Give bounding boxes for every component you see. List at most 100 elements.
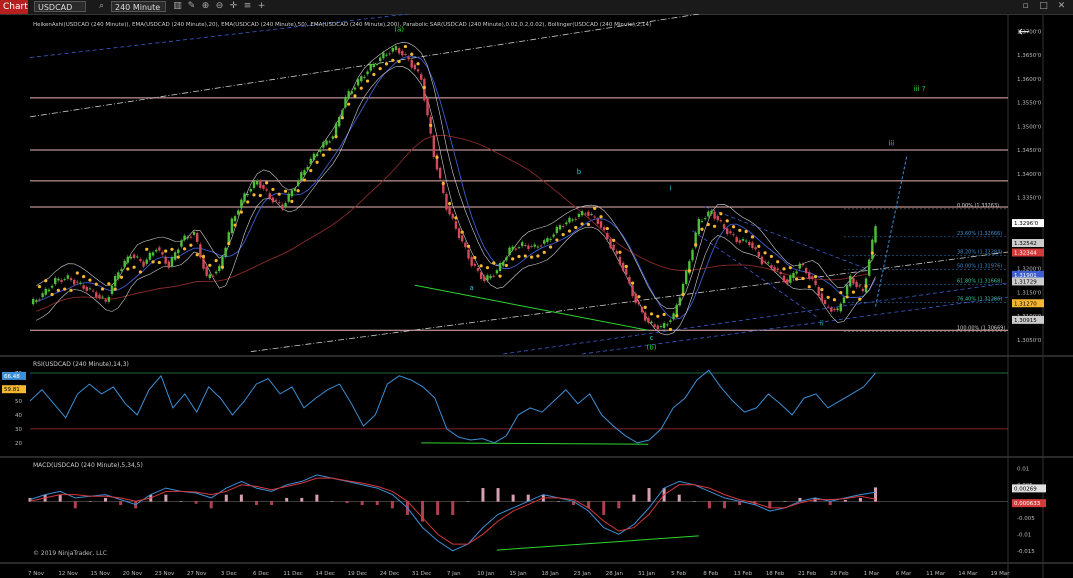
sar-dot — [182, 247, 187, 251]
macd-histogram-bar — [828, 501, 832, 506]
candle-body — [110, 285, 114, 295]
candle-body — [363, 76, 366, 78]
chart-canvas[interactable]: 0.00% (1.33263) 23.60% (1.32666) 38.20% (1… — [0, 14, 1073, 578]
sar-dot — [473, 256, 477, 260]
sar-dot — [750, 235, 755, 239]
sar-dot — [738, 228, 742, 232]
candle-body — [54, 278, 57, 285]
price-tick-label: 1.3400'0 — [1017, 172, 1042, 178]
sar-dot — [283, 189, 288, 193]
sar-dot — [460, 230, 464, 234]
macd-histogram-bar — [239, 494, 243, 502]
sar-dot — [511, 257, 515, 261]
search-icon[interactable]: ⌕ — [96, 1, 107, 12]
x-tick-label: 14 Dec — [316, 571, 335, 577]
sar-dot — [397, 59, 401, 64]
sar-dot — [113, 287, 117, 291]
chart-toolbar: Chart USDCAD ⌕ 240 Minute ▥ ✎ ⊕ ⊖ ✛ ≡ + … — [0, 0, 1073, 15]
candle-body — [401, 51, 404, 56]
candle-body — [375, 63, 379, 65]
macd-panel-title: MACD(USDCAD (240 Minute),5,34,5) — [33, 462, 143, 469]
sar-dot — [725, 219, 729, 223]
sar-dot — [574, 225, 578, 230]
add-icon[interactable]: + — [256, 1, 267, 12]
crosshair-icon[interactable]: ✛ — [228, 1, 239, 12]
sar-dot — [643, 305, 647, 310]
candle-body — [855, 281, 858, 288]
pencil-icon[interactable]: ✎ — [186, 1, 197, 12]
chart-tab[interactable]: Chart — [0, 0, 28, 14]
candle-body — [404, 54, 407, 56]
sar-dot — [378, 66, 382, 71]
sar-dot — [170, 247, 174, 251]
candle-body — [618, 256, 622, 265]
candle-body — [852, 278, 855, 284]
candle-body — [366, 71, 369, 75]
macd-histogram-bar — [451, 501, 455, 515]
sar-dot — [384, 62, 389, 66]
candle-body — [164, 256, 167, 264]
candle-body — [334, 123, 338, 136]
zoom-out-icon[interactable]: ⊖ — [214, 1, 225, 12]
sar-dot — [492, 261, 496, 265]
x-tick-label: 7 Nov — [28, 571, 45, 577]
minimize-icon[interactable]: ▫ — [1020, 1, 1031, 12]
candle-body — [634, 293, 637, 303]
price-tick-label: 1.3150'0 — [1017, 290, 1042, 296]
sar-dot — [44, 279, 48, 283]
sar-dot — [441, 181, 445, 186]
maximize-icon[interactable]: □ — [1038, 1, 1049, 12]
candle-body — [874, 226, 877, 243]
candle-body — [407, 56, 410, 60]
symbol-selector[interactable]: USDCAD — [34, 1, 86, 12]
back-arrow-icon[interactable]: ← — [1018, 24, 1030, 40]
rsi-tick-label: 50 — [15, 399, 22, 405]
macd-badge-label: 0.00269 — [1014, 486, 1037, 492]
macd-tick-label: 0.01 — [1017, 466, 1029, 472]
macd-histogram-bar — [390, 501, 394, 509]
timeframe-selector[interactable]: 240 Minute — [111, 1, 166, 12]
candle-body — [571, 219, 574, 221]
candle-body — [514, 248, 518, 250]
candle-body — [606, 233, 609, 240]
candle-body — [154, 249, 158, 252]
sar-dot — [795, 277, 799, 281]
candle-body — [445, 193, 448, 210]
properties-icon[interactable]: ≡ — [242, 1, 253, 12]
zoom-in-icon[interactable]: ⊕ — [200, 1, 211, 12]
macd-histogram-bar — [843, 499, 847, 502]
candle-body — [337, 117, 341, 127]
sar-dot — [700, 227, 704, 231]
candle-body — [849, 275, 852, 287]
candle-body — [713, 211, 716, 219]
candle-body — [741, 239, 745, 241]
candle-body — [214, 271, 218, 274]
candle-body — [113, 276, 117, 287]
bar-type-icon[interactable]: ▥ — [172, 1, 183, 12]
candle-body — [44, 288, 47, 295]
candle-body — [296, 180, 300, 186]
sar-dot — [757, 244, 761, 248]
candle-body — [703, 218, 707, 220]
candle-body — [760, 256, 764, 265]
sar-dot — [839, 290, 843, 295]
sar-dot — [555, 238, 559, 242]
candle-body — [457, 228, 461, 239]
candle-body — [454, 221, 458, 229]
candle-body — [527, 245, 530, 249]
candle-body — [416, 69, 420, 72]
rsi-tick-label: 20 — [15, 441, 22, 447]
candle-body — [325, 140, 328, 145]
candle-body — [565, 222, 568, 225]
candle-body — [79, 282, 82, 284]
sar-dot — [201, 254, 206, 259]
candle-body — [265, 189, 268, 191]
rsi-divergence-line — [421, 442, 649, 445]
candle-body — [413, 64, 417, 70]
macd-divergence-line — [496, 535, 699, 551]
fib-label: 50.00% (1.31976) — [957, 264, 1002, 270]
macd-histogram-bar — [345, 501, 349, 504]
wave-label: b — [577, 168, 582, 176]
candle-body — [57, 278, 60, 281]
close-icon[interactable]: ✕ — [1056, 1, 1067, 12]
